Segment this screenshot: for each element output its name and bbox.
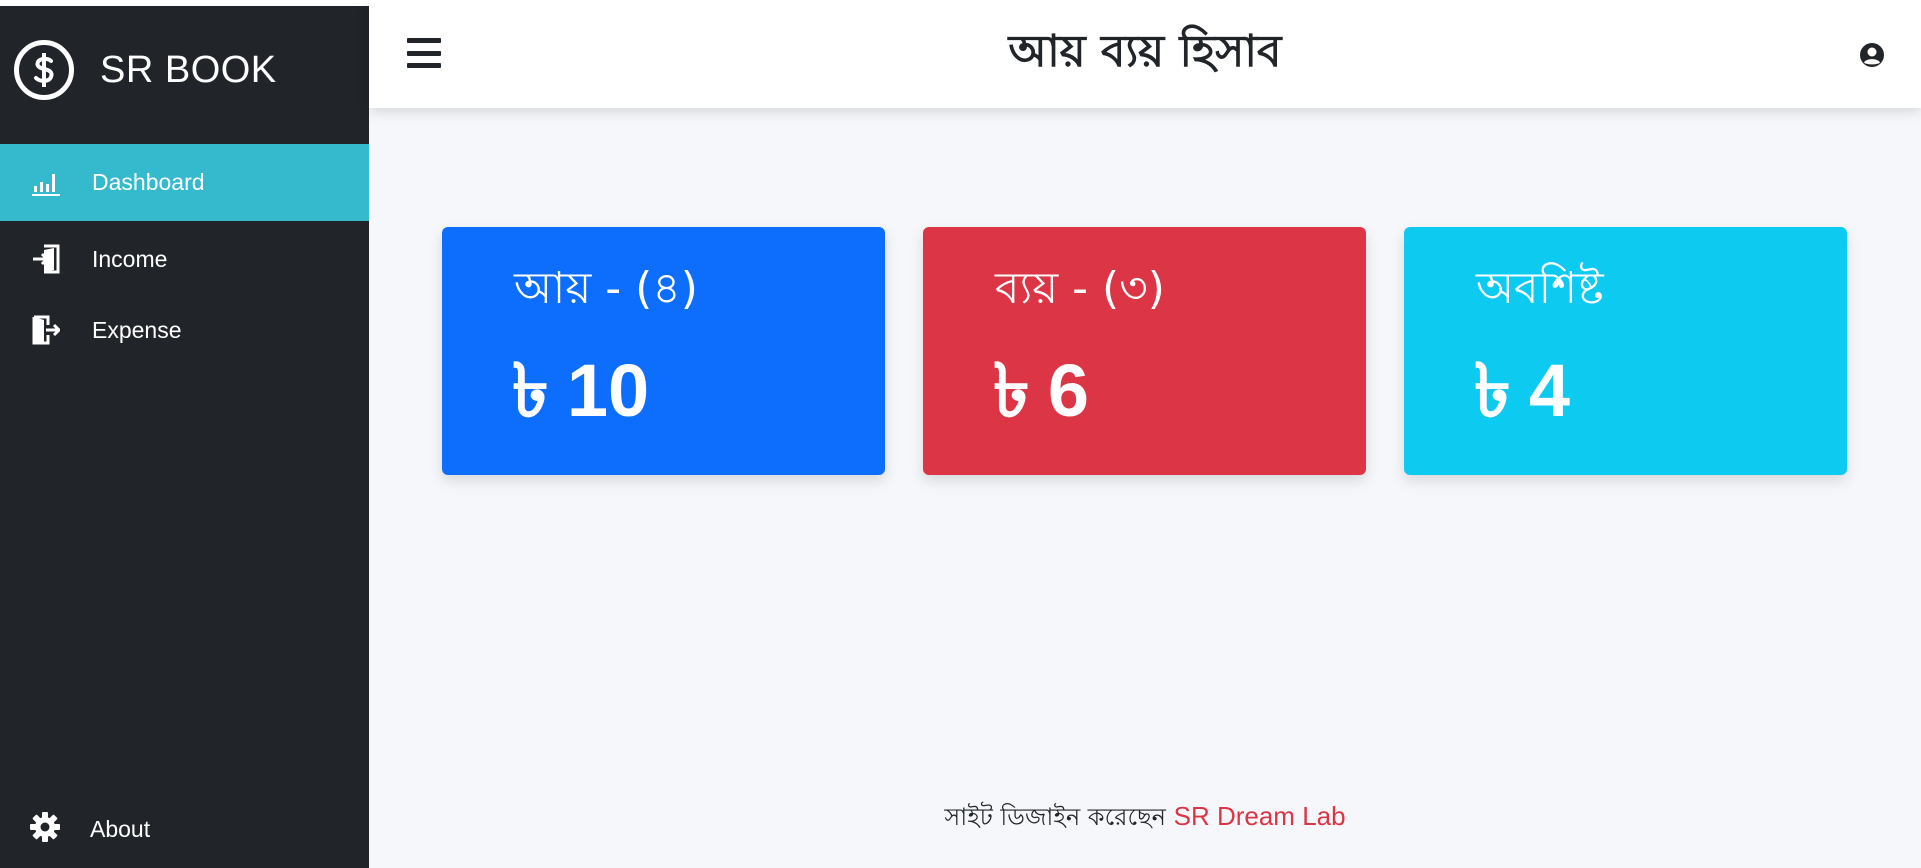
sidebar-item-label: Income — [92, 245, 168, 272]
brand[interactable]: SR BOOK — [14, 40, 277, 100]
sidebar-item-about[interactable]: About — [0, 790, 369, 868]
sidebar-item-expense[interactable]: Expense — [0, 297, 369, 363]
taka-sign: ৳ — [993, 348, 1030, 434]
sidebar-item-label: Expense — [92, 316, 182, 343]
brand-name: SR BOOK — [100, 48, 277, 91]
sign-in-icon — [30, 243, 62, 275]
income-amount-value: 10 — [566, 349, 650, 432]
chart-bar-icon — [30, 167, 62, 199]
taka-sign: ৳ — [512, 348, 549, 434]
expense-card: ব্যয় - (৩) ৳ 6 — [923, 227, 1366, 475]
footer-link[interactable]: SR Dream Lab — [1174, 801, 1346, 831]
sidebar-top-strip — [0, 0, 369, 6]
balance-amount-value: 4 — [1528, 349, 1571, 432]
taka-sign: ৳ — [1474, 348, 1511, 434]
top-header: আয় ব্যয় হিসাব — [369, 0, 1921, 108]
about-label: About — [90, 815, 151, 842]
balance-card: অবশিষ্ট ৳ 4 — [1404, 227, 1847, 475]
expense-card-title: ব্যয় - (৩) — [995, 263, 1165, 314]
sidebar-nav: Dashboard Income Expense — [0, 144, 369, 363]
income-card: আয় - (৪) ৳ 10 — [442, 227, 885, 475]
sidebar: SR BOOK Dashboard Income Expense About — [0, 0, 369, 868]
balance-card-amount: ৳ 4 — [1474, 335, 1570, 458]
page-title: আয় ব্যয় হিসাব — [1008, 26, 1282, 77]
sidebar-item-income[interactable]: Income — [0, 221, 369, 297]
gear-icon — [30, 812, 60, 846]
income-card-amount: ৳ 10 — [512, 335, 649, 458]
income-card-title: আয় - (৪) — [514, 263, 698, 314]
expense-card-amount: ৳ 6 — [993, 335, 1089, 458]
sidebar-item-label: Dashboard — [92, 169, 205, 195]
dollar-circle-icon — [14, 40, 74, 100]
footer: সাইট ডিজাইন করেছেন SR Dream Lab — [369, 799, 1921, 839]
sign-out-icon — [30, 314, 62, 346]
sidebar-item-dashboard[interactable]: Dashboard — [0, 144, 369, 221]
user-circle-icon[interactable] — [1859, 42, 1885, 68]
balance-card-title: অবশিষ্ট — [1476, 263, 1604, 314]
footer-text: সাইট ডিজাইন করেছেন — [944, 803, 1166, 831]
expense-amount-value: 6 — [1047, 349, 1090, 432]
